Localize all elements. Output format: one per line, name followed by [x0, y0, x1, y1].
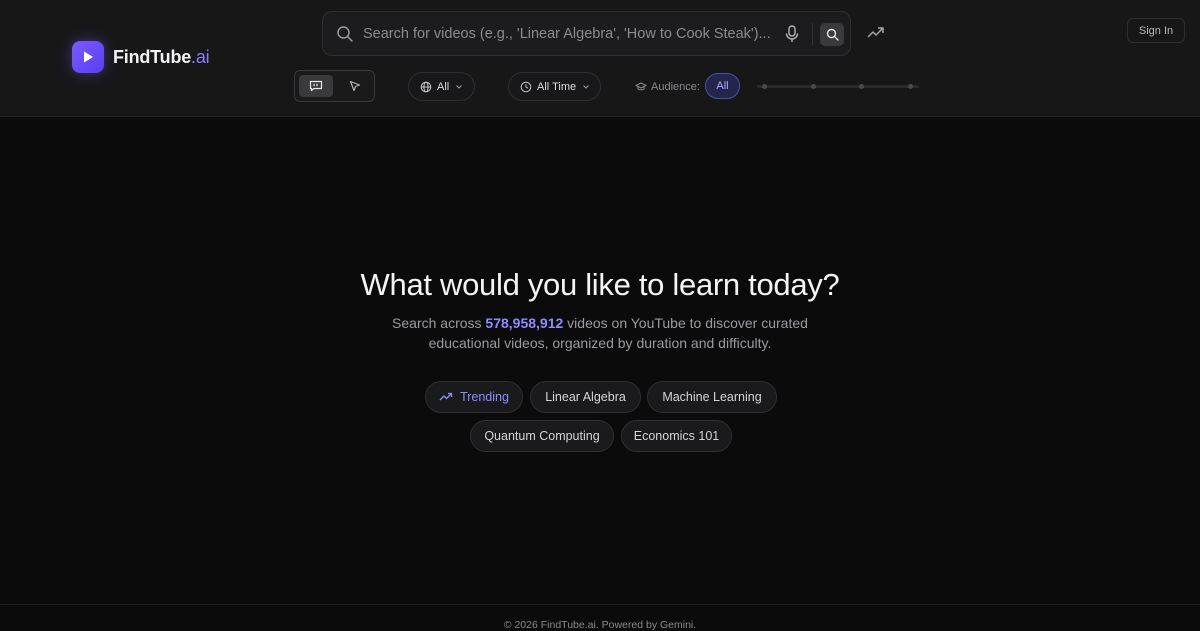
- footer: © 2026 FindTube.ai. Powered by Gemini.: [0, 604, 1200, 631]
- search-bar: [322, 11, 851, 56]
- search-submit-icon: [826, 28, 839, 41]
- sign-in-button[interactable]: Sign In: [1127, 18, 1185, 43]
- play-icon: [72, 41, 104, 73]
- suggestion-chip[interactable]: Machine Learning: [647, 381, 777, 413]
- chat-icon: [309, 80, 323, 92]
- audience-filter-label: Audience:: [635, 72, 700, 101]
- audience-all-button[interactable]: All: [705, 73, 740, 99]
- chevron-down-icon: [455, 84, 463, 90]
- audience-level-stop[interactable]: [762, 84, 767, 89]
- search-divider: [812, 23, 813, 45]
- time-filter[interactable]: All Time: [508, 72, 601, 101]
- language-filter[interactable]: All: [408, 72, 475, 101]
- video-count: 578,958,912: [485, 315, 564, 331]
- chevron-down-icon: [582, 84, 590, 90]
- language-filter-value: All: [437, 80, 450, 93]
- suggestion-chip[interactable]: Quantum Computing: [470, 420, 614, 452]
- hero-title: What would you like to learn today?: [360, 267, 840, 302]
- audience-level-stop[interactable]: [859, 84, 864, 89]
- graduation-cap-icon: [635, 82, 647, 92]
- top-header: FindTube.ai Sign In All: [0, 0, 1200, 117]
- brand-logo[interactable]: FindTube.ai: [72, 41, 210, 73]
- suggestion-chip[interactable]: Linear Algebra: [530, 381, 641, 413]
- footer-text: © 2026 FindTube.ai. Powered by Gemini.: [503, 619, 697, 631]
- hero-subtitle: Search across 578,958,912 videos on YouT…: [370, 313, 830, 353]
- trending-icon: [439, 392, 453, 401]
- audience-level-slider[interactable]: [757, 84, 919, 89]
- trending-icon[interactable]: [866, 25, 886, 41]
- suggestion-chip[interactable]: Economics 101: [621, 420, 732, 452]
- microphone-icon[interactable]: [783, 24, 801, 44]
- hero-subtitle-prefix: Search across: [392, 315, 482, 331]
- cursor-icon: [349, 80, 361, 92]
- suggestion-chip-trending[interactable]: Trending: [425, 381, 523, 413]
- view-mode-toggle: [294, 70, 375, 102]
- clock-icon: [520, 81, 532, 93]
- search-input[interactable]: [363, 20, 778, 48]
- audience-level-stop[interactable]: [811, 84, 816, 89]
- audience-label: Audience:: [651, 80, 700, 93]
- chat-mode-button[interactable]: [299, 75, 333, 97]
- brand-name: FindTube.ai: [113, 46, 210, 67]
- globe-icon: [420, 81, 432, 93]
- search-icon: [336, 25, 354, 43]
- time-filter-value: All Time: [537, 80, 577, 93]
- search-submit-button[interactable]: [820, 23, 844, 46]
- brand-suffix: .ai: [191, 46, 210, 67]
- audience-level-stop[interactable]: [908, 84, 913, 89]
- suggestion-chip-label: Trending: [460, 390, 509, 404]
- pointer-mode-button[interactable]: [339, 75, 371, 97]
